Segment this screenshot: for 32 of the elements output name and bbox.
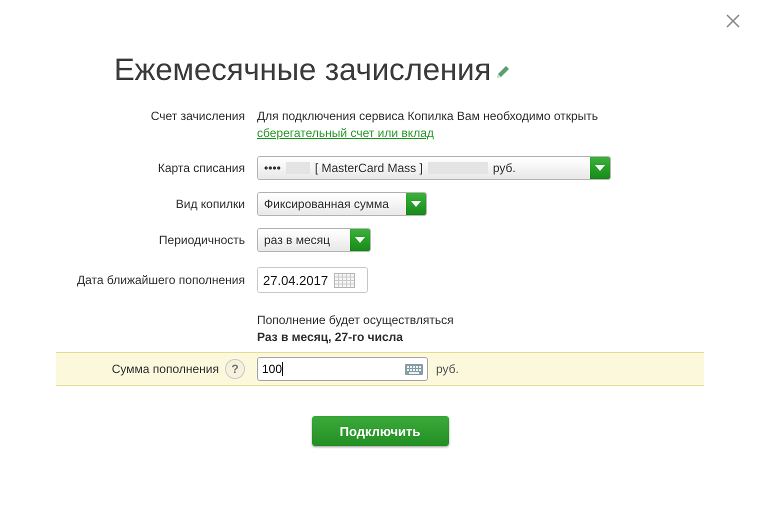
currency-label: руб. <box>492 161 516 175</box>
field-label: Дата ближайшего пополнения <box>77 272 245 288</box>
field-label: Карта списания <box>158 160 245 176</box>
pencil-icon <box>495 64 512 80</box>
field-label: Сумма пополнения <box>112 362 219 376</box>
field-label: Счет зачисления <box>150 109 245 124</box>
info-text: Для подключения сервиса Копилка Вам необходимо открыть <box>257 108 598 125</box>
caret-icon <box>355 237 365 243</box>
field-label: Вид копилки <box>176 196 245 212</box>
help-button[interactable]: ? <box>225 359 245 379</box>
card-select[interactable]: •••• [ MasterCard Mass ] руб. <box>257 156 611 180</box>
savings-account-link[interactable]: сберегательный счет или вклад <box>257 125 434 142</box>
card-name: [ MasterCard Mass ] <box>314 161 423 175</box>
type-select[interactable]: Фиксированная сумма <box>257 192 427 216</box>
date-field[interactable]: 27.04.2017 <box>257 267 368 293</box>
close-icon <box>726 14 740 28</box>
caret-icon <box>595 165 605 171</box>
masked-card-number: •••• <box>264 161 281 175</box>
close-button[interactable] <box>724 12 742 30</box>
caret-icon <box>411 201 421 207</box>
keyboard-icon <box>405 364 423 374</box>
redacted-mark <box>428 162 488 174</box>
field-label: Периодичность <box>158 232 245 248</box>
page-title: Ежемесячные зачисления <box>114 52 492 88</box>
schedule-detail: Раз в месяц, 27-го числа <box>257 329 404 346</box>
calendar-icon <box>334 272 356 288</box>
connect-button[interactable]: Подключить <box>312 416 448 446</box>
currency-label: руб. <box>436 362 459 376</box>
period-select[interactable]: раз в месяц <box>257 228 371 252</box>
amount-field[interactable]: 100 <box>257 357 428 381</box>
redacted-mark <box>286 162 310 174</box>
schedule-text: Пополнение будет осуществляться <box>257 312 454 329</box>
